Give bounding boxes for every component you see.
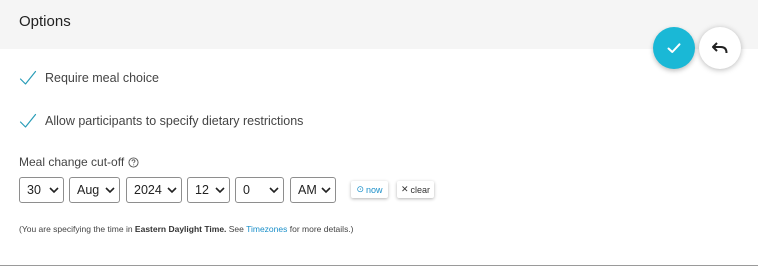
timezone-note: (You are specifying the time in Eastern … [19,224,354,234]
option-label: Allow participants to specify dietary re… [45,114,304,128]
note-prefix: (You are specifying the time in [19,224,135,234]
day-value: 30 [27,183,41,197]
minute-select[interactable]: 0 [235,177,284,203]
day-select[interactable]: 30 [19,177,64,203]
help-icon[interactable] [128,156,139,168]
note-suffix: for more details.) [287,224,354,234]
option-dietary-restrictions[interactable]: Allow participants to specify dietary re… [19,111,303,131]
confirm-button[interactable] [653,27,695,69]
month-value: Aug [77,183,100,197]
options-header: Options [0,0,758,49]
cutoff-label-text: Meal change cut-off [19,155,125,169]
page-title: Options [19,13,71,30]
hour-select[interactable]: 12 [187,177,230,203]
note-middle: See [226,224,247,234]
option-require-meal-choice[interactable]: Require meal choice [19,68,159,88]
divider [0,265,758,266]
month-select[interactable]: Aug [69,177,120,203]
minute-value: 0 [243,183,250,197]
now-button[interactable]: ⊙ now [351,181,388,198]
option-label: Require meal choice [45,71,159,85]
year-select[interactable]: 2024 [126,177,182,203]
timezones-link[interactable]: Timezones [246,224,287,234]
chevron-down-icon [269,187,279,194]
undo-button[interactable] [699,27,741,69]
clear-label: clear [410,184,431,195]
timezone-name: Eastern Daylight Time. [134,224,227,234]
chevron-down-icon [49,187,59,194]
ampm-value: AM [298,183,317,197]
checkmark-icon [667,43,681,53]
undo-icon [712,42,728,54]
cutoff-label: Meal change cut-off [19,155,139,169]
hour-value: 12 [195,183,209,197]
checkmark-icon[interactable] [19,69,37,87]
now-label: now [366,184,383,195]
close-icon: ✕ [400,184,409,194]
chevron-down-icon [215,187,225,194]
clear-button[interactable]: ✕ clear [397,181,434,198]
clock-icon: ⊙ [356,184,365,194]
checkmark-icon[interactable] [19,112,37,130]
chevron-down-icon [167,187,177,194]
chevron-down-icon [321,187,331,194]
chevron-down-icon [105,187,115,194]
year-value: 2024 [134,183,162,197]
ampm-select[interactable]: AM [290,177,336,203]
